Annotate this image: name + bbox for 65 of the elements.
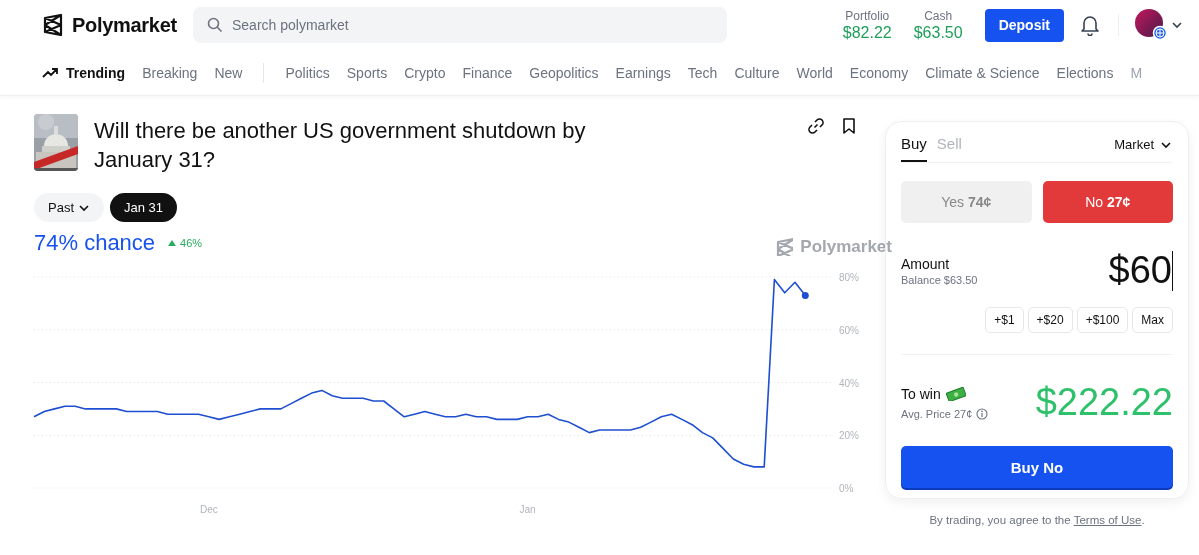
up-triangle-icon bbox=[167, 239, 178, 247]
quick-amount-button[interactable]: +$20 bbox=[1027, 307, 1073, 333]
nav-tab[interactable]: Culture bbox=[734, 64, 780, 81]
nav-tab[interactable]: Elections bbox=[1056, 64, 1114, 81]
chevron-down-icon[interactable] bbox=[1171, 19, 1183, 31]
link-icon[interactable] bbox=[808, 118, 824, 134]
info-icon[interactable] bbox=[976, 407, 989, 420]
deposit-button[interactable]: Deposit bbox=[984, 8, 1064, 42]
amount-field[interactable]: $60 bbox=[1108, 249, 1173, 292]
chance-value: 74% chance bbox=[34, 230, 156, 256]
y-tick-label: 20% bbox=[839, 430, 859, 442]
y-tick-label: 80% bbox=[839, 272, 859, 283]
search-field[interactable]: Search polymarket bbox=[193, 7, 727, 43]
stat-label: Portfolio bbox=[845, 8, 890, 23]
market-title: Will there be another US government shutdown by January 31? bbox=[94, 117, 587, 174]
x-tick-label: Jan bbox=[519, 504, 536, 515]
nav-tab[interactable]: Crypto bbox=[404, 64, 446, 81]
nav-tab[interactable]: Trending bbox=[42, 64, 126, 81]
y-tick-label: 0% bbox=[839, 483, 854, 494]
quick-amount-button[interactable]: Max bbox=[1132, 307, 1173, 333]
brand-name[interactable]: Polymarket bbox=[72, 13, 177, 37]
nav-tab[interactable]: World bbox=[796, 64, 833, 81]
banknote-icon bbox=[945, 386, 966, 401]
nav-tab[interactable]: Earnings bbox=[615, 64, 671, 81]
y-tick-label: 40% bbox=[839, 377, 859, 389]
end-point bbox=[801, 291, 809, 299]
search-icon bbox=[207, 17, 223, 33]
date-filter[interactable]: Past bbox=[34, 193, 104, 222]
y-tick-label: 60% bbox=[839, 324, 859, 336]
nav-tab[interactable]: Tech bbox=[687, 64, 718, 81]
logo-icon[interactable] bbox=[42, 14, 64, 36]
nav-tab[interactable]: New bbox=[214, 64, 243, 81]
change-value: 46% bbox=[167, 237, 203, 249]
trending-icon bbox=[42, 66, 58, 79]
to-win-label: To win bbox=[901, 385, 941, 402]
nav-tab[interactable]: Politics bbox=[285, 64, 330, 81]
logo-icon bbox=[775, 238, 794, 256]
avg-price-text: Avg. Price 27¢ bbox=[901, 407, 973, 420]
bell-icon[interactable] bbox=[1080, 14, 1100, 36]
nav-tab[interactable]: Finance bbox=[462, 64, 513, 81]
quick-amount-button[interactable]: +$1 bbox=[985, 307, 1024, 333]
stat-value: $63.50 bbox=[913, 23, 963, 42]
order-type-dropdown[interactable]: Market bbox=[1114, 137, 1172, 152]
chart-watermark: Polymarket bbox=[775, 237, 892, 257]
nav-tab[interactable]: Geopolitics bbox=[529, 64, 599, 81]
balance-text: Balance $63.50 bbox=[901, 273, 978, 286]
nav-tab[interactable]: Breaking bbox=[142, 64, 198, 81]
date-filter[interactable]: Jan 31 bbox=[110, 193, 178, 222]
outcome-button[interactable]: Yes 74¢ bbox=[901, 181, 1032, 223]
amount-label: Amount bbox=[901, 255, 951, 272]
stat-value: $82.22 bbox=[842, 23, 892, 42]
nav-tab[interactable]: Climate & Science bbox=[925, 64, 1040, 81]
avatar-icon[interactable] bbox=[1135, 9, 1169, 41]
terms-note: By trading, you agree to the Terms of Use. bbox=[928, 514, 1146, 526]
nav-tab[interactable]: M bbox=[1130, 64, 1143, 81]
trade-tab[interactable]: Buy bbox=[901, 127, 927, 162]
nav-tab[interactable]: Sports bbox=[346, 64, 388, 81]
nav-tab[interactable]: Economy bbox=[849, 64, 909, 81]
buy-button[interactable]: Buy No bbox=[901, 446, 1173, 488]
outcome-button[interactable]: No 27¢ bbox=[1042, 181, 1173, 223]
bookmark-icon[interactable] bbox=[842, 118, 856, 134]
x-tick-label: Dec bbox=[199, 504, 218, 515]
stat-label: Cash bbox=[924, 8, 953, 23]
quick-amount-button[interactable]: +$100 bbox=[1076, 307, 1129, 333]
to-win-value: $222.22 bbox=[1035, 381, 1173, 424]
